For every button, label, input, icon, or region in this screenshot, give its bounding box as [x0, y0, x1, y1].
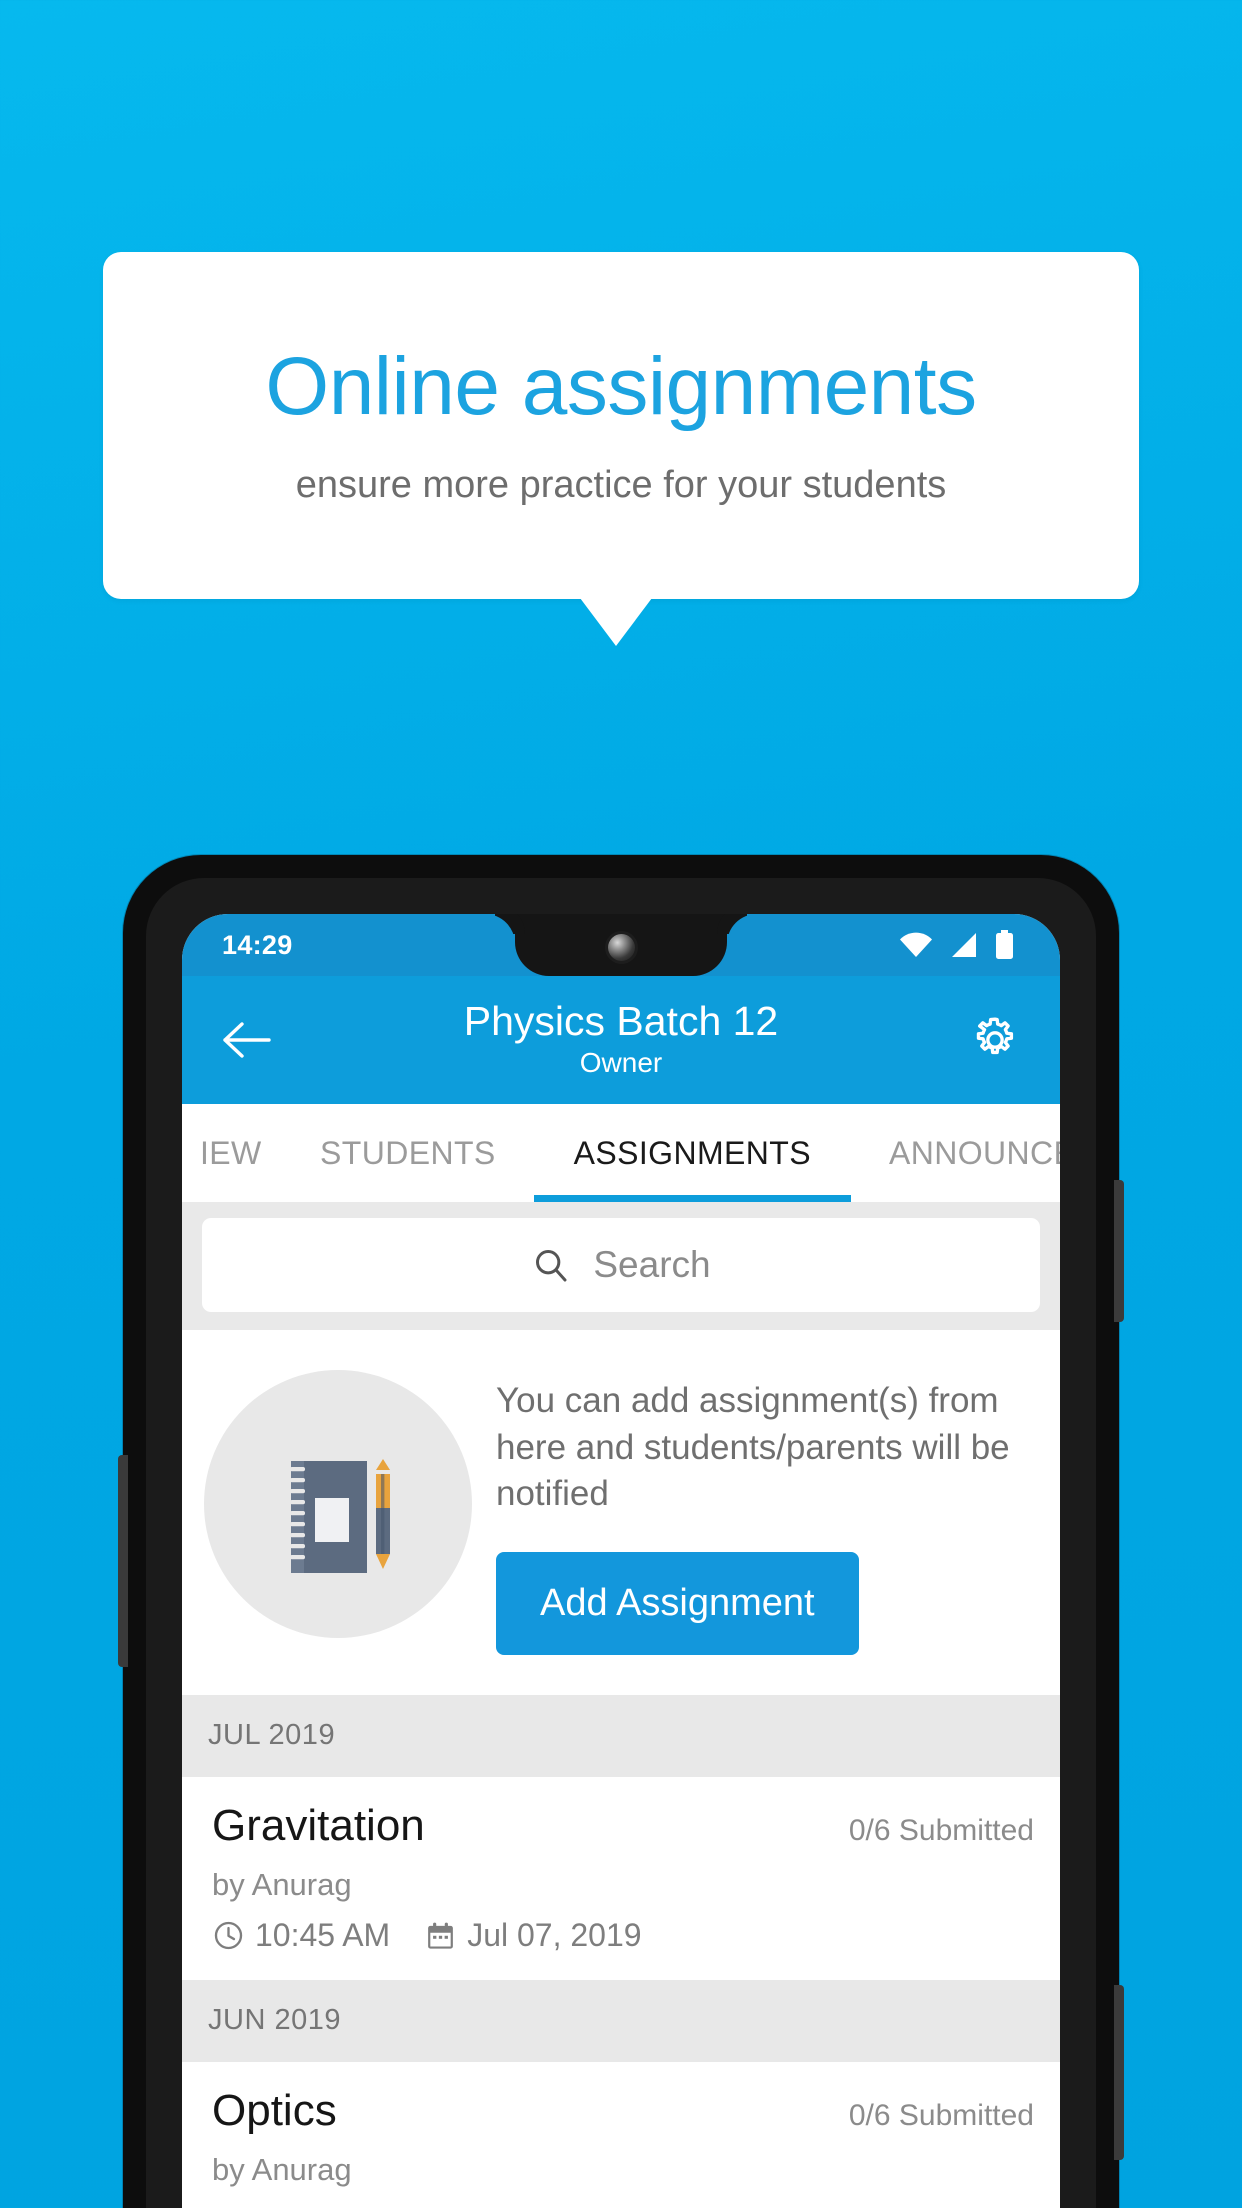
table-row[interactable]: Gravitation 0/6 Submitted by Anurag 10:4…: [182, 1776, 1060, 1980]
search-section: Search: [182, 1202, 1060, 1330]
gear-icon: [969, 1014, 1021, 1066]
phone-screen: 14:29 Physics Batch 12 Owner IEW STUDENT…: [182, 914, 1060, 2208]
status-bar: 14:29: [182, 914, 1060, 976]
add-assignment-button[interactable]: Add Assignment: [496, 1551, 859, 1655]
assignment-author: by Anurag: [212, 2151, 352, 2187]
back-button[interactable]: [216, 1009, 278, 1071]
phone-left-button[interactable]: [118, 1455, 128, 1667]
search-placeholder: Search: [593, 1244, 711, 1285]
search-icon: [531, 1245, 571, 1285]
assignment-meta: 10:45 AM Jul 07, 2019: [212, 1917, 1034, 1954]
tab-overview[interactable]: IEW: [182, 1104, 282, 1202]
calendar-icon: [424, 1919, 457, 1952]
status-badge: 0/6 Submitted: [848, 1813, 1034, 1847]
wifi-icon: [899, 932, 933, 958]
assignment-date: Jul 07, 2019: [467, 1916, 642, 1953]
app-bar: Physics Batch 12 Owner: [182, 976, 1060, 1104]
month-header-jun-label: JUN 2019: [208, 2004, 341, 2037]
status-badge: 0/6 Submitted: [848, 2098, 1034, 2132]
assignment-author: by Anurag: [212, 1866, 352, 1902]
tab-bar: IEW STUDENTS ASSIGNMENTS ANNOUNCEM: [182, 1104, 1060, 1202]
assignment-row-header: Gravitation 0/6 Submitted: [212, 1801, 1034, 1851]
assignment-time: 10:45 AM: [255, 1916, 391, 1953]
month-header-jul-label: JUL 2019: [208, 1719, 336, 1752]
add-assignment-prompt: You can add assignment(s) from here and …: [182, 1330, 1060, 1695]
assignment-row-header: Optics 0/6 Submitted: [212, 2086, 1034, 2136]
promo-subtitle: ensure more practice for your students: [295, 464, 947, 507]
assignment-title: Gravitation: [212, 1800, 425, 1850]
tab-assignments-label: ASSIGNMENTS: [573, 1134, 811, 1171]
promo-callout-tail: [580, 598, 652, 646]
month-header-jun: JUN 2019: [182, 1979, 1060, 2062]
clock-icon: [212, 1919, 245, 1952]
promo-title: Online assignments: [265, 340, 977, 432]
tab-students-label: STUDENTS: [320, 1134, 496, 1171]
tab-announcements-label: ANNOUNCEM: [888, 1134, 1060, 1171]
assignment-title: Optics: [212, 2085, 337, 2135]
phone-power-button[interactable]: [1114, 1985, 1124, 2160]
tab-announcements[interactable]: ANNOUNCEM: [851, 1104, 1060, 1202]
promo-callout-card: Online assignments ensure more practice …: [103, 252, 1139, 599]
add-assignment-prompt-body: You can add assignment(s) from here and …: [496, 1364, 1034, 1655]
table-row[interactable]: Optics 0/6 Submitted by Anurag: [182, 2061, 1060, 2208]
tab-overview-label: IEW: [200, 1134, 262, 1171]
battery-icon: [995, 930, 1014, 960]
empty-state-message: You can add assignment(s) from here and …: [496, 1381, 1010, 1514]
settings-button[interactable]: [964, 1009, 1026, 1071]
app-bar-titles: Physics Batch 12 Owner: [182, 998, 1060, 1082]
month-header-jul: JUL 2019: [182, 1694, 1060, 1777]
tab-assignments[interactable]: ASSIGNMENTS: [533, 1104, 852, 1202]
phone-bezel: 14:29 Physics Batch 12 Owner IEW STUDENT…: [146, 878, 1096, 2208]
arrow-left-icon: [221, 1020, 273, 1060]
phone-mockup: 14:29 Physics Batch 12 Owner IEW STUDENT…: [118, 855, 1124, 2208]
page-subtitle: Owner: [579, 1047, 663, 1079]
front-camera: [607, 933, 635, 961]
phone-volume-button[interactable]: [1114, 1180, 1124, 1322]
phone-notch: [515, 914, 727, 976]
status-icons: [899, 930, 1014, 960]
signal-icon: [950, 932, 978, 958]
notebook-and-pen-icon: [204, 1370, 472, 1638]
page-title: Physics Batch 12: [463, 998, 779, 1045]
status-time: 14:29: [222, 929, 293, 960]
tab-students[interactable]: STUDENTS: [282, 1104, 534, 1202]
search-input[interactable]: Search: [202, 1218, 1040, 1312]
